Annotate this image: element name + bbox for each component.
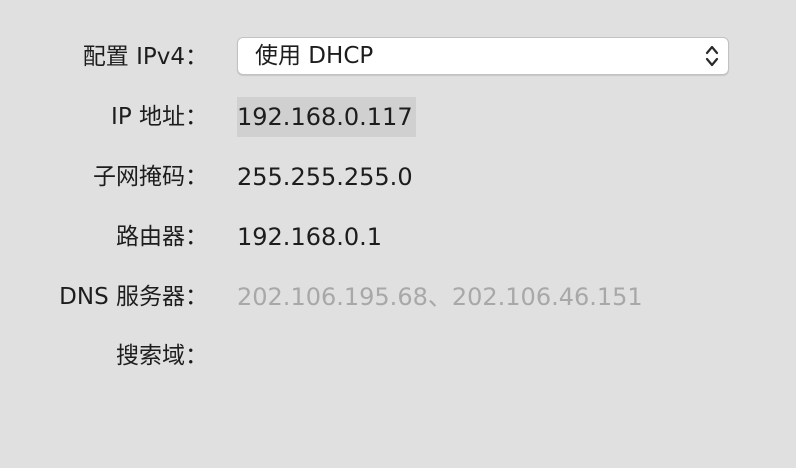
search-domains-row: 搜索域： (0, 336, 796, 376)
ip-address-row: IP 地址： 192.168.0.117 (0, 97, 796, 137)
configure-ipv4-label: 配置 IPv4： (82, 44, 208, 70)
up-down-chevron-icon (705, 45, 719, 67)
configure-ipv4-selected-value: 使用 DHCP (255, 43, 374, 69)
configure-ipv4-row: 配置 IPv4： 使用 DHCP (0, 37, 796, 77)
search-domains-label: 搜索域： (116, 343, 208, 369)
ip-address-label: IP 地址： (111, 104, 208, 130)
configure-ipv4-popup[interactable]: 使用 DHCP (237, 37, 729, 75)
subnet-mask-row: 子网掩码： 255.255.255.0 (0, 157, 796, 197)
router-value[interactable]: 192.168.0.1 (237, 217, 382, 257)
dns-servers-label: DNS 服务器： (59, 284, 208, 310)
dns-servers-row: DNS 服务器： 202.106.195.68、202.106.46.151 (0, 277, 796, 317)
ip-address-value[interactable]: 192.168.0.117 (237, 97, 416, 137)
subnet-mask-label: 子网掩码： (93, 164, 208, 190)
router-row: 路由器： 192.168.0.1 (0, 217, 796, 257)
dns-servers-value: 202.106.195.68、202.106.46.151 (237, 283, 643, 311)
router-label: 路由器： (116, 224, 208, 250)
subnet-mask-value[interactable]: 255.255.255.0 (237, 157, 413, 197)
